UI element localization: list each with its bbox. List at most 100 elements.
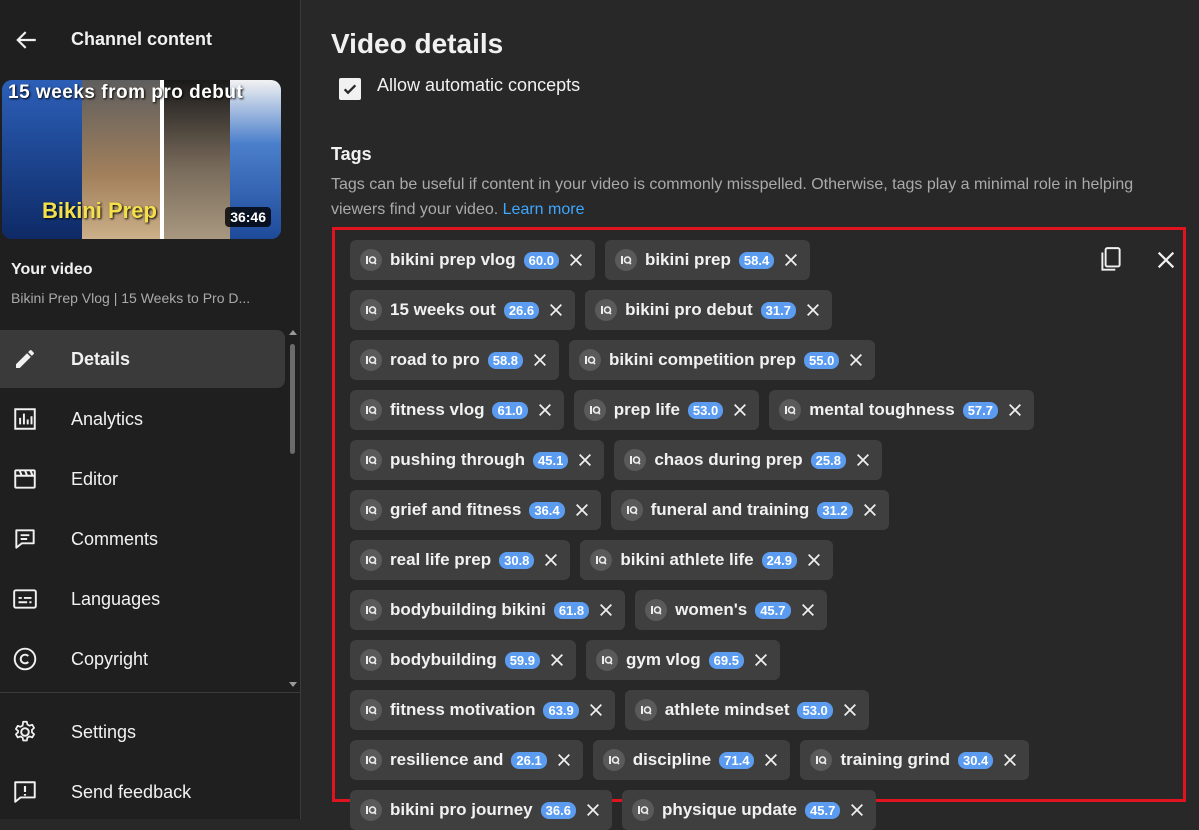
tag-source-icon [360, 699, 382, 721]
tag-chip[interactable]: athlete mindset 53.0 [624, 690, 869, 730]
remove-tag-icon[interactable] [861, 501, 879, 519]
tag-chip[interactable]: bikini athlete life 24.9 [580, 540, 833, 580]
tag-chip[interactable]: women's 45.7 [635, 590, 827, 630]
tag-score-badge: 58.4 [738, 251, 775, 269]
tag-chip[interactable]: bikini pro debut 31.7 [585, 290, 832, 330]
tag-chip[interactable]: gym vlog 69.5 [586, 640, 780, 680]
remove-tag-icon[interactable] [567, 251, 585, 269]
tag-chip[interactable]: pushing through 45.1 [350, 440, 605, 480]
tag-score-badge: 26.6 [503, 301, 540, 319]
remove-tag-icon[interactable] [841, 701, 859, 719]
page-title: Video details [331, 28, 504, 59]
nav-item-settings[interactable]: Settings [0, 703, 285, 761]
scroll-down-arrow[interactable] [289, 682, 297, 687]
automatic-concepts-checkbox[interactable] [339, 78, 361, 100]
tag-chip[interactable]: discipline 71.4 [592, 740, 791, 780]
remove-tag-icon[interactable] [555, 751, 573, 769]
tag-chip[interactable]: funeral and training 31.2 [610, 490, 889, 530]
nav-item-editor[interactable]: Editor [0, 450, 285, 508]
tag-score-badge: 58.8 [487, 351, 524, 369]
remove-tag-icon[interactable] [752, 651, 770, 669]
remove-tag-icon[interactable] [854, 451, 872, 469]
tag-score-badge: 57.7 [962, 401, 998, 419]
tag-source-icon [596, 649, 619, 671]
video-title[interactable]: Bikini Prep Vlog | 15 Weeks to Pro D... [11, 290, 281, 306]
nav-item-details[interactable]: Details [0, 330, 285, 388]
tag-chip[interactable]: bikini pro journey 36.6 [350, 790, 612, 830]
nav-item-copyright[interactable]: Copyright [0, 630, 285, 688]
remove-tag-icon[interactable] [805, 551, 823, 569]
tag-score-badge: 53.0 [687, 401, 724, 419]
tag-chip[interactable]: bikini competition prep 55.0 [569, 340, 876, 380]
tag-chip[interactable]: prep life 53.0 [573, 390, 760, 430]
remove-tag-icon[interactable] [1001, 751, 1019, 769]
clear-tags-button[interactable] [1150, 244, 1182, 276]
tag-label: real life prep [390, 550, 492, 569]
scroll-thumb[interactable] [290, 344, 295, 454]
automatic-concepts-row[interactable]: Allow automatic concepts [339, 75, 580, 100]
tags-input-box[interactable]: bikini prep vlog 60.0 bikini prep 58.4 15 we… [332, 227, 1186, 830]
remove-tag-icon[interactable] [531, 351, 549, 369]
tag-chip[interactable]: bodybuilding bikini 61.8 [350, 590, 626, 630]
remove-tag-icon[interactable] [573, 501, 591, 519]
tag-chip[interactable]: training grind 30.4 [800, 740, 1030, 780]
remove-tag-icon[interactable] [762, 751, 780, 769]
tag-label: bikini prep vlog [390, 250, 516, 269]
remove-tag-icon[interactable] [1006, 401, 1024, 419]
tag-chip[interactable]: bodybuilding 59.9 [350, 640, 577, 680]
tag-row: fitness vlog 61.0 prep life 53.0 mental toug… [350, 390, 1034, 430]
nav-item-languages[interactable]: Languages [0, 570, 285, 628]
video-thumbnail[interactable]: 15 weeks from pro debut Bikini Prep 36:4… [2, 80, 281, 239]
tag-chip[interactable]: resilience and 26.1 [350, 740, 583, 780]
tag-score-badge: 61.8 [553, 601, 590, 619]
tag-source-icon [360, 549, 382, 571]
nav-item-comments[interactable]: Comments [0, 510, 285, 568]
tag-chip[interactable]: 15 weeks out 26.6 [350, 290, 576, 330]
remove-tag-icon[interactable] [847, 351, 865, 369]
scroll-up-arrow[interactable] [289, 330, 297, 335]
remove-tag-icon[interactable] [782, 251, 800, 269]
remove-tag-icon[interactable] [848, 801, 866, 819]
tag-source-icon [360, 449, 382, 471]
tag-chip[interactable]: bikini prep vlog 60.0 [350, 240, 595, 280]
remove-tag-icon[interactable] [804, 301, 822, 319]
tags-heading: Tags [331, 144, 372, 164]
tag-row: bikini prep vlog 60.0 bikini prep 58.4 [350, 240, 811, 280]
remove-tag-icon[interactable] [576, 451, 594, 469]
remove-tag-icon[interactable] [548, 651, 566, 669]
tag-chip[interactable]: fitness vlog 61.0 [350, 390, 564, 430]
sidebar-scrollbar[interactable] [288, 330, 297, 690]
tag-score-badge: 26.1 [511, 751, 547, 769]
remove-tag-icon[interactable] [584, 801, 602, 819]
nav-item-analytics[interactable]: Analytics [0, 390, 285, 448]
tag-chip[interactable]: chaos during prep 25.8 [614, 440, 882, 480]
tag-chip[interactable]: mental toughness 57.7 [769, 390, 1034, 430]
remove-tag-icon[interactable] [731, 401, 749, 419]
tag-chip[interactable]: bikini prep 58.4 [604, 240, 811, 280]
tag-score-badge: 36.4 [529, 501, 565, 519]
remove-tag-icon[interactable] [536, 401, 554, 419]
remove-tag-icon[interactable] [597, 601, 615, 619]
tag-chip[interactable]: real life prep 30.8 [350, 540, 571, 580]
tag-chip[interactable]: physique update 45.7 [621, 790, 877, 830]
tag-chip[interactable]: fitness motivation 63.9 [350, 690, 615, 730]
tag-source-icon [360, 349, 382, 371]
copy-tags-button[interactable] [1095, 244, 1127, 276]
remove-tag-icon[interactable] [547, 301, 565, 319]
back-button[interactable] [10, 24, 42, 56]
tag-row: bodybuilding 59.9 gym vlog 69.5 [350, 640, 780, 680]
tag-chip[interactable]: road to pro 58.8 [350, 340, 560, 380]
remove-tag-icon[interactable] [587, 701, 605, 719]
feedback-icon [12, 779, 38, 805]
tag-label: chaos during prep [654, 450, 803, 469]
nav-item-send-feedback[interactable]: Send feedback [0, 763, 285, 819]
tag-label: discipline [632, 750, 712, 769]
remove-tag-icon[interactable] [799, 601, 817, 619]
main-content: Allow automatic concepts Video details T… [301, 0, 1199, 830]
editor-icon [12, 466, 38, 492]
tag-score-badge: 31.7 [760, 301, 796, 319]
remove-tag-icon[interactable] [542, 551, 560, 569]
tag-source-icon [360, 499, 382, 521]
learn-more-link[interactable]: Learn more [503, 201, 585, 218]
tag-chip[interactable]: grief and fitness 36.4 [350, 490, 601, 530]
